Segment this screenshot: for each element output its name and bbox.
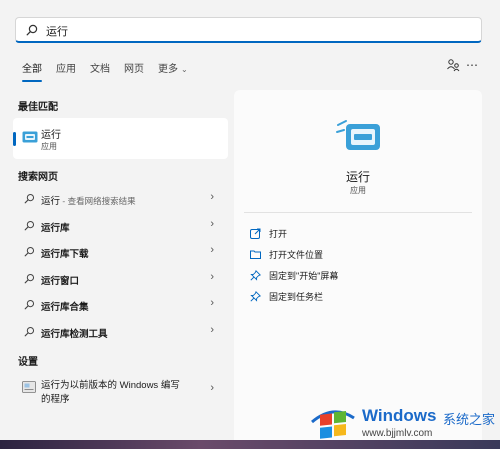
chevron-right-icon[interactable]: › xyxy=(210,324,214,336)
web-result-label: 运行库 xyxy=(41,223,70,234)
web-result-item[interactable]: 运行库 › xyxy=(13,214,228,238)
web-result-label: 运行窗口 xyxy=(41,276,80,287)
web-result-item[interactable]: 运行库下载 › xyxy=(13,240,228,264)
folder-icon xyxy=(250,250,261,259)
action-open-file-location-label: 打开文件位置 xyxy=(269,250,324,260)
web-result-label: 运行库检测工具 xyxy=(41,329,108,340)
settings-result-line1: 运行为以前版本的 Windows 编写 xyxy=(41,380,180,391)
windows-logo-icon xyxy=(311,410,355,439)
chevron-down-icon: ⌄ xyxy=(181,65,188,74)
tab-web[interactable]: 网页 xyxy=(124,60,144,76)
search-icon xyxy=(24,246,35,257)
detail-panel: 运行 应用 打开 打开文件位置 固定到"开始"屏幕 固定到任务栏 xyxy=(234,90,482,440)
search-icon xyxy=(24,326,35,337)
action-pin-to-start-label: 固定到"开始"屏幕 xyxy=(269,271,339,281)
search-window: 全部 应用 文档 网页 更多⌄ ⋯ 最佳匹配 运行 应用 搜索网页 运行 - 查… xyxy=(0,0,500,441)
web-result-label: 运行库合集 xyxy=(41,302,89,313)
best-match-item[interactable]: 运行 应用 xyxy=(13,118,228,159)
web-result-item[interactable]: 运行 - 查看网络搜索结果 › xyxy=(13,187,228,211)
chevron-right-icon[interactable]: › xyxy=(210,218,214,230)
chevron-right-icon[interactable]: › xyxy=(210,382,214,394)
web-result-hint: - 查看网络搜索结果 xyxy=(60,196,136,206)
web-result-item[interactable]: 运行库检测工具 › xyxy=(13,320,228,344)
watermark-cn: 系统之家 xyxy=(443,412,496,427)
divider xyxy=(244,212,472,213)
web-result-label: 运行库下载 xyxy=(41,249,89,260)
tab-documents[interactable]: 文档 xyxy=(90,60,110,76)
tab-all[interactable]: 全部 xyxy=(22,60,42,82)
search-icon xyxy=(26,24,38,36)
selection-indicator xyxy=(13,132,16,146)
run-app-icon xyxy=(22,131,38,143)
settings-result-line2: 的程序 xyxy=(41,394,70,405)
open-icon xyxy=(250,228,261,239)
account-switch-icon[interactable] xyxy=(446,58,460,72)
watermark-brand: Windows xyxy=(362,406,437,425)
search-icon xyxy=(24,299,35,310)
compatibility-icon xyxy=(22,381,36,393)
settings-result-item[interactable]: 运行为以前版本的 Windows 编写 的程序 › xyxy=(13,372,228,408)
tab-more-label: 更多 xyxy=(158,64,178,75)
watermark: Windows 系统之家 www.bjjmlv.com xyxy=(300,396,500,446)
search-input[interactable] xyxy=(44,20,468,42)
watermark-url: www.bjjmlv.com xyxy=(362,428,433,439)
action-pin-to-taskbar-label: 固定到任务栏 xyxy=(269,292,324,302)
detail-app-type: 应用 xyxy=(350,186,366,195)
pin-icon xyxy=(250,270,261,281)
web-result-label: 运行 - 查看网络搜索结果 xyxy=(41,193,136,207)
desktop-background xyxy=(0,440,500,449)
tab-apps[interactable]: 应用 xyxy=(56,60,76,76)
action-open-label: 打开 xyxy=(269,229,288,239)
settings-heading: 设置 xyxy=(18,357,38,368)
best-match-heading: 最佳匹配 xyxy=(18,102,58,113)
detail-app-name: 运行 xyxy=(345,170,370,184)
chevron-right-icon[interactable]: › xyxy=(210,244,214,256)
chevron-right-icon[interactable]: › xyxy=(210,297,214,309)
tab-more[interactable]: 更多 ⌄ xyxy=(158,60,188,76)
best-match-name: 运行 xyxy=(41,130,61,141)
search-icon xyxy=(24,273,35,284)
chevron-right-icon[interactable]: › xyxy=(210,271,214,283)
best-match-type: 应用 xyxy=(41,142,57,151)
filter-tabs: 全部 应用 文档 网页 更多 ⌄ xyxy=(22,60,202,82)
web-result-item[interactable]: 运行库合集 › xyxy=(13,293,228,317)
search-icon xyxy=(24,193,35,204)
chevron-right-icon[interactable]: › xyxy=(210,191,214,203)
pin-icon xyxy=(250,291,261,302)
web-search-heading: 搜索网页 xyxy=(18,172,58,183)
web-result-item[interactable]: 运行窗口 › xyxy=(13,267,228,291)
more-options-icon[interactable]: ⋯ xyxy=(466,58,478,72)
search-icon xyxy=(24,220,35,231)
run-app-icon xyxy=(336,120,380,150)
search-box[interactable] xyxy=(15,17,482,43)
web-result-term: 运行 xyxy=(41,196,61,207)
